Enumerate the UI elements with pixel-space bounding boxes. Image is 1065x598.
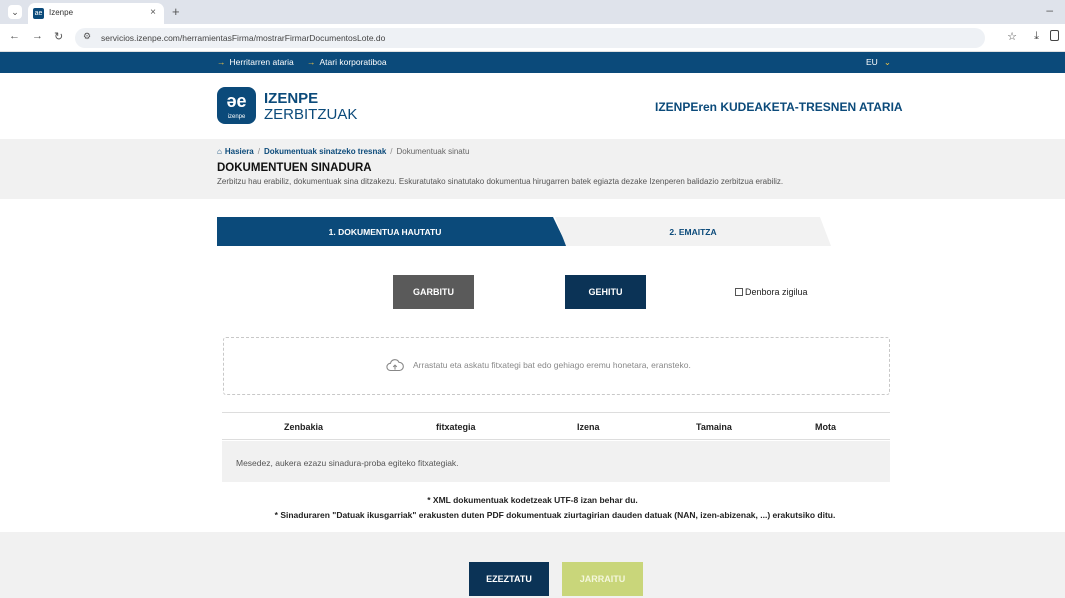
cloud-upload-icon bbox=[386, 359, 404, 372]
utf8-note: * XML dokumentuak kodetzeak UTF-8 izan b… bbox=[427, 495, 638, 505]
table-empty-row: Mesedez, aukera ezazu sinadura-proba egi… bbox=[222, 441, 890, 482]
checkbox-icon[interactable] bbox=[735, 288, 743, 296]
citizen-portal-label: Herritarren ataria bbox=[229, 57, 294, 67]
forward-icon[interactable]: → bbox=[32, 30, 43, 42]
sidepanel-icon[interactable] bbox=[1050, 30, 1059, 41]
page-description: Zerbitzu hau erabiliz, dokumentuak sina … bbox=[217, 177, 784, 186]
corporate-portal-link[interactable]: → Atari korporatiboa bbox=[307, 57, 387, 67]
breadcrumb-tools[interactable]: Dokumentuak sinatzeko tresnak bbox=[264, 147, 386, 156]
arrow-right-icon: → bbox=[217, 57, 226, 67]
add-button[interactable]: GEHITU bbox=[565, 275, 646, 309]
tab-search-icon[interactable]: ⌄ bbox=[8, 5, 22, 19]
empty-message: Mesedez, aukera ezazu sinadura-proba egi… bbox=[236, 458, 459, 468]
logo-subtext: izenpe bbox=[227, 114, 246, 120]
page-title: DOKUMENTUEN SINADURA bbox=[217, 162, 372, 174]
col-size: Tamaina bbox=[696, 422, 732, 432]
arrow-right-icon: → bbox=[307, 57, 316, 67]
step2-label: 2. EMAITZA bbox=[669, 227, 717, 237]
cancel-button[interactable]: EZEZTATU bbox=[469, 562, 549, 596]
title-section: ⌂ Hasiera / Dokumentuak sinatzeko tresnak / D… bbox=[0, 139, 1065, 199]
breadcrumb-current: Dokumentuak sinatu bbox=[396, 147, 470, 156]
chevron-down-icon: ⌄ bbox=[883, 57, 891, 67]
new-tab-button[interactable]: + bbox=[172, 4, 180, 19]
site-info-icon[interactable]: ⚙ bbox=[83, 31, 91, 42]
breadcrumb: ⌂ Hasiera / Dokumentuak sinatzeko tresnak / D… bbox=[217, 147, 469, 156]
continue-button[interactable]: JARRAITU bbox=[562, 562, 643, 596]
site-topbar: → Herritarren ataria → Atari korporatiboa … bbox=[0, 52, 1065, 73]
language-selector[interactable]: EU ⌄ bbox=[866, 57, 891, 68]
step-result: 2. EMAITZA bbox=[555, 217, 831, 246]
dropzone-text: Arrastatu eta askatu fitxategi bat edo g… bbox=[413, 360, 691, 370]
language-label: EU bbox=[866, 57, 878, 67]
browser-addressbar: ← → ↻ ⚙ servicios.izenpe.com/herramienta… bbox=[0, 24, 1065, 52]
close-tab-icon[interactable]: × bbox=[150, 7, 156, 18]
step1-label: 1. DOKUMENTUA HAUTATU bbox=[328, 227, 442, 237]
timestamp-checkbox[interactable]: Denbora zigilua bbox=[735, 287, 808, 297]
breadcrumb-separator: / bbox=[257, 147, 260, 156]
logo-mark: əe bbox=[226, 91, 247, 111]
file-dropzone[interactable]: Arrastatu eta askatu fitxategi bat edo g… bbox=[223, 337, 890, 395]
tab-title: Izenpe bbox=[49, 8, 74, 17]
corporate-portal-label: Atari korporatiboa bbox=[319, 57, 387, 67]
pdf-visible-data-note: * Sinaduraren "Datuak ikusgarriak" eraku… bbox=[274, 510, 836, 520]
breadcrumb-separator: / bbox=[390, 147, 393, 156]
reload-icon[interactable]: ↻ bbox=[54, 30, 63, 43]
favicon-icon: ae bbox=[33, 8, 44, 19]
bookmark-star-icon[interactable]: ☆ bbox=[1007, 30, 1017, 43]
clear-button[interactable]: GARBITU bbox=[393, 275, 474, 309]
url-bar[interactable]: ⚙ servicios.izenpe.com/herramientasFirma… bbox=[75, 28, 985, 48]
download-icon[interactable]: ⤓ bbox=[1034, 30, 1039, 43]
izenpe-logo[interactable]: əe izenpe bbox=[217, 87, 256, 124]
back-icon[interactable]: ← bbox=[9, 30, 20, 42]
minimize-icon[interactable]: – bbox=[1046, 3, 1053, 17]
brand-name: IZENPE bbox=[264, 90, 319, 107]
col-number: Zenbakia bbox=[284, 422, 324, 432]
col-file: fitxategia bbox=[436, 422, 476, 432]
step-select-document: 1. DOKUMENTUA HAUTATU bbox=[217, 217, 567, 246]
citizen-portal-link[interactable]: → Herritarren ataria bbox=[217, 57, 294, 67]
browser-tabbar: ⌄ ae Izenpe × + – bbox=[0, 0, 1065, 24]
timestamp-label: Denbora zigilua bbox=[745, 287, 808, 297]
browser-tab[interactable]: ae Izenpe × bbox=[28, 3, 164, 24]
site-header: əe izenpe IZENPE ZERBITZUAK IZENPEren KU… bbox=[0, 73, 1065, 139]
breadcrumb-home[interactable]: Hasiera bbox=[225, 147, 254, 156]
table-header: Zenbakia fitxategia Izena Tamaina Mota bbox=[222, 412, 890, 440]
col-type: Mota bbox=[815, 422, 836, 432]
portal-title: IZENPEren KUDEAKETA-TRESNEN ATARIA bbox=[655, 100, 903, 114]
brand-subname: ZERBITZUAK bbox=[264, 106, 358, 123]
url-text: servicios.izenpe.com/herramientasFirma/m… bbox=[101, 33, 386, 43]
home-icon[interactable]: ⌂ bbox=[217, 147, 222, 156]
col-name: Izena bbox=[577, 422, 600, 432]
